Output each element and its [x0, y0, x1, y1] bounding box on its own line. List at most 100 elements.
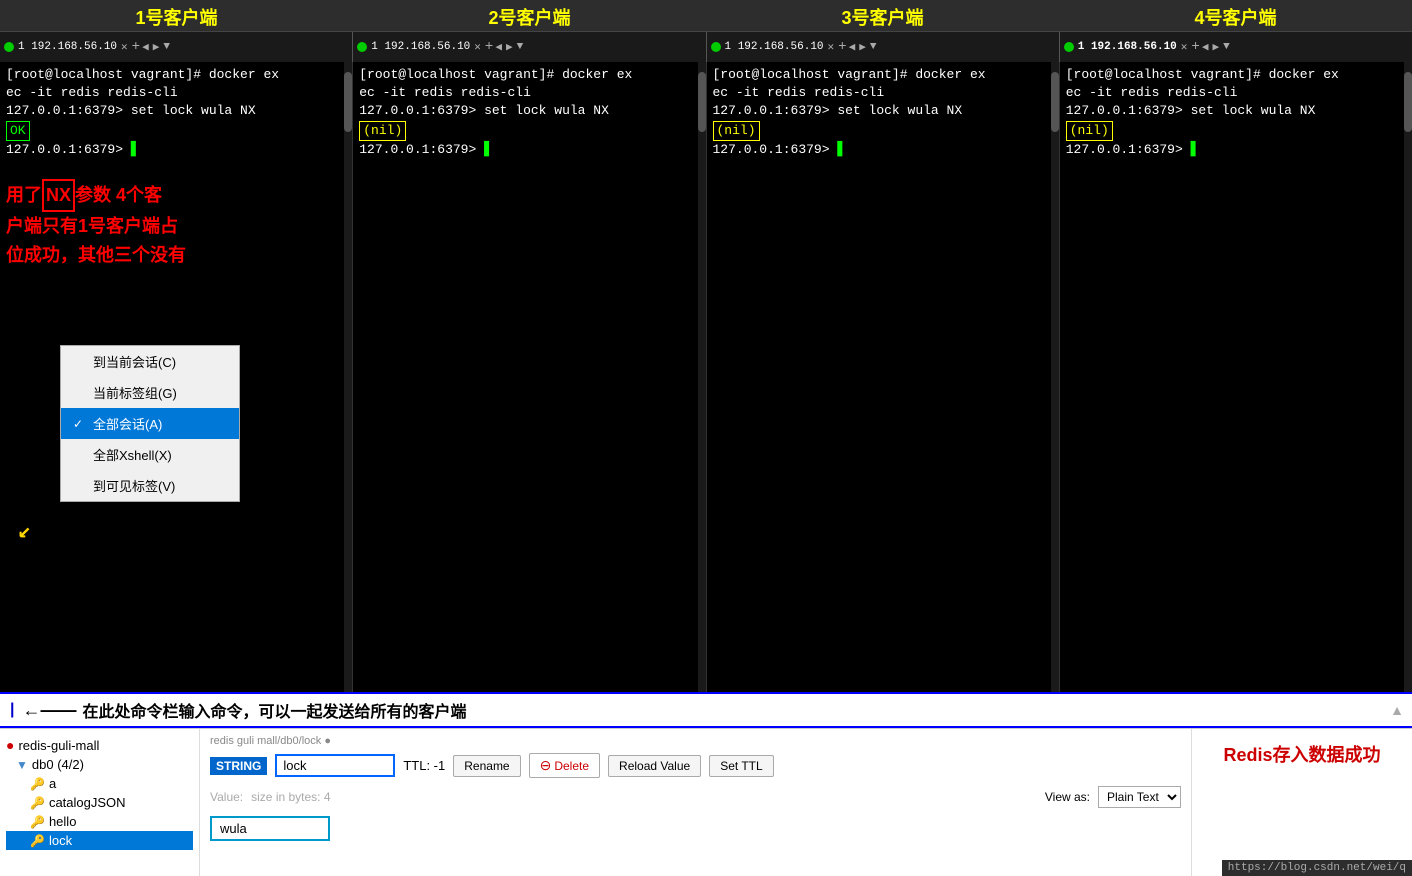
- terminals-container: [root@localhost vagrant]# docker ex ec -…: [0, 62, 1412, 692]
- tab-dot-4: [1064, 42, 1074, 52]
- tab-nav-right-1[interactable]: ▶: [153, 40, 160, 54]
- tab-add-2[interactable]: +: [485, 39, 493, 55]
- tree-root[interactable]: ● redis-guli-mall: [6, 735, 193, 755]
- terminal4-scrollbar[interactable]: [1404, 62, 1412, 692]
- editor-header-text: redis guli mall/db0/lock ●: [210, 735, 331, 747]
- menu-item-all-sessions[interactable]: ✓ 全部会话(A): [61, 408, 239, 439]
- delete-button[interactable]: ⊖ Delete: [529, 753, 600, 778]
- menu-item-visible-tabs[interactable]: 到可见标签(V): [61, 470, 239, 501]
- view-as-select[interactable]: Plain Text JSON Hex: [1098, 786, 1181, 808]
- term1-line1: [root@localhost vagrant]# docker ex: [6, 66, 346, 84]
- key-input[interactable]: [275, 754, 395, 777]
- top-labels-row: 1号客户端 2号客户端 3号客户端 4号客户端: [0, 0, 1412, 32]
- yellow-arrow-icon: ↙: [18, 518, 31, 544]
- terminal3-scrollbar[interactable]: [1051, 62, 1059, 692]
- terminal4-scrollbar-thumb: [1404, 72, 1412, 132]
- terminal-3[interactable]: [root@localhost vagrant]# docker ex ec -…: [707, 62, 1060, 692]
- value-input-row: [210, 814, 1181, 841]
- terminal2-scrollbar[interactable]: [698, 62, 706, 692]
- terminal-2[interactable]: [root@localhost vagrant]# docker ex ec -…: [353, 62, 706, 692]
- menu-item-current-session[interactable]: 到当前会话(C): [61, 346, 239, 377]
- menu-label-current-tab-group: 当前标签组(G): [93, 383, 177, 402]
- tab-nav-right-3[interactable]: ▶: [859, 40, 866, 54]
- terminal-4[interactable]: [root@localhost vagrant]# docker ex ec -…: [1060, 62, 1412, 692]
- scrollbar-arrow[interactable]: ▲: [1390, 702, 1404, 718]
- menu-label-visible-tabs: 到可见标签(V): [93, 476, 175, 495]
- tab-4[interactable]: 1 192.168.56.10 ✕ + ◀ ▶ ▼: [1060, 32, 1412, 62]
- url-text: https://blog.csdn.net/wei/q: [1228, 862, 1406, 874]
- delete-label: Delete: [554, 759, 589, 773]
- tab-dropdown-4[interactable]: ▼: [1223, 41, 1230, 53]
- tab-nav-left-2[interactable]: ◀: [495, 40, 502, 54]
- terminal2-scrollbar-thumb: [698, 72, 706, 132]
- menu-label-all-sessions: 全部会话(A): [93, 414, 162, 433]
- term3-line3: 127.0.0.1:6379> set lock wula NX: [713, 102, 1053, 120]
- key-icon-a: 🔑: [30, 777, 45, 791]
- tree-label-a: a: [49, 776, 56, 791]
- term2-result: (nil): [359, 121, 699, 141]
- tab-1[interactable]: 1 192.168.56.10 ✕ + ◀ ▶ ▼: [0, 32, 353, 62]
- tab-close-1[interactable]: ✕: [121, 40, 128, 54]
- tab-close-3[interactable]: ✕: [828, 40, 835, 54]
- arrow-annotation-bar: | ←—— 在此处命令栏输入命令，可以一起发送给所有的客户端 ▲: [0, 692, 1412, 728]
- tree-item-lock[interactable]: 🔑 lock: [6, 831, 193, 850]
- tab-3[interactable]: 1 192.168.56.10 ✕ + ◀ ▶ ▼: [707, 32, 1060, 62]
- left-panel-icon: |: [10, 701, 14, 719]
- annotation-text2: 参数 4个客: [75, 185, 162, 205]
- terminal-1[interactable]: [root@localhost vagrant]# docker ex ec -…: [0, 62, 353, 692]
- tree-label-catalog: catalogJSON: [49, 795, 126, 810]
- tab-add-4[interactable]: +: [1191, 39, 1199, 55]
- tabs-row: 1 192.168.56.10 ✕ + ◀ ▶ ▼ 1 192.168.56.1…: [0, 32, 1412, 62]
- delete-icon: ⊖: [540, 757, 552, 774]
- tree-root-label: redis-guli-mall: [18, 738, 99, 753]
- client3-label: 3号客户端: [706, 4, 1059, 27]
- tree-db[interactable]: ▼ db0 (4/2): [6, 755, 193, 774]
- value-label: Value:: [210, 790, 243, 804]
- editor-row2: Value: size in bytes: 4 View as: Plain T…: [210, 786, 1181, 808]
- tab-text-2: 1 192.168.56.10: [371, 41, 470, 53]
- term1-line2: ec -it redis redis-cli: [6, 84, 346, 102]
- tab-dropdown-1[interactable]: ▼: [163, 41, 170, 53]
- tab-nav-right-4[interactable]: ▶: [1212, 40, 1219, 54]
- tab-add-3[interactable]: +: [838, 39, 846, 55]
- tab-dropdown-3[interactable]: ▼: [870, 41, 877, 53]
- annotation-text1: 用了: [6, 185, 42, 205]
- tab-nav-left-3[interactable]: ◀: [849, 40, 856, 54]
- tree-item-a[interactable]: 🔑 a: [6, 774, 193, 793]
- term3-line2: ec -it redis redis-cli: [713, 84, 1053, 102]
- tab-close-2[interactable]: ✕: [474, 40, 481, 54]
- editor-row1: STRING TTL: -1 Rename ⊖ Delete Reload Va…: [210, 753, 1181, 778]
- tab-nav-left-1[interactable]: ◀: [142, 40, 149, 54]
- tab-add-1[interactable]: +: [132, 39, 140, 55]
- terminal1-scrollbar[interactable]: [344, 62, 352, 692]
- set-ttl-button[interactable]: Set TTL: [709, 755, 773, 777]
- ttl-label: TTL: -1: [403, 758, 445, 773]
- nil-badge-4: (nil): [1066, 121, 1113, 141]
- menu-item-current-tab-group[interactable]: 当前标签组(G): [61, 377, 239, 408]
- tab-close-4[interactable]: ✕: [1181, 40, 1188, 54]
- tab-nav-left-4[interactable]: ◀: [1202, 40, 1209, 54]
- tab-dot-1: [4, 42, 14, 52]
- term4-line3: 127.0.0.1:6379> set lock wula NX: [1066, 102, 1406, 120]
- tree-item-hello[interactable]: 🔑 hello: [6, 812, 193, 831]
- tab-nav-right-2[interactable]: ▶: [506, 40, 513, 54]
- url-bar: https://blog.csdn.net/wei/q: [1222, 860, 1412, 876]
- terminal1-annotation: 用了NX参数 4个客 户端只有1号客户端占 位成功，其他三个没有: [6, 179, 346, 269]
- tree-item-catalogjson[interactable]: 🔑 catalogJSON: [6, 793, 193, 812]
- tree-label-lock: lock: [49, 833, 72, 848]
- term1-line3: 127.0.0.1:6379> set lock wula NX: [6, 102, 346, 120]
- nx-highlight: NX: [42, 179, 75, 212]
- tree-label-hello: hello: [49, 814, 76, 829]
- client1-label: 1号客户端: [0, 4, 353, 27]
- type-badge: STRING: [210, 757, 267, 775]
- key-icon-catalog: 🔑: [30, 796, 45, 810]
- value-input[interactable]: [210, 816, 330, 841]
- term4-result: (nil): [1066, 121, 1406, 141]
- tab-2[interactable]: 1 192.168.56.10 ✕ + ◀ ▶ ▼: [353, 32, 706, 62]
- tree-db-label: db0 (4/2): [32, 757, 84, 772]
- annotation-text4: 位成功，其他三个没有: [6, 245, 186, 265]
- reload-value-button[interactable]: Reload Value: [608, 755, 701, 777]
- rename-button[interactable]: Rename: [453, 755, 520, 777]
- tab-dropdown-2[interactable]: ▼: [517, 41, 524, 53]
- menu-item-all-xshell[interactable]: 全部Xshell(X): [61, 439, 239, 470]
